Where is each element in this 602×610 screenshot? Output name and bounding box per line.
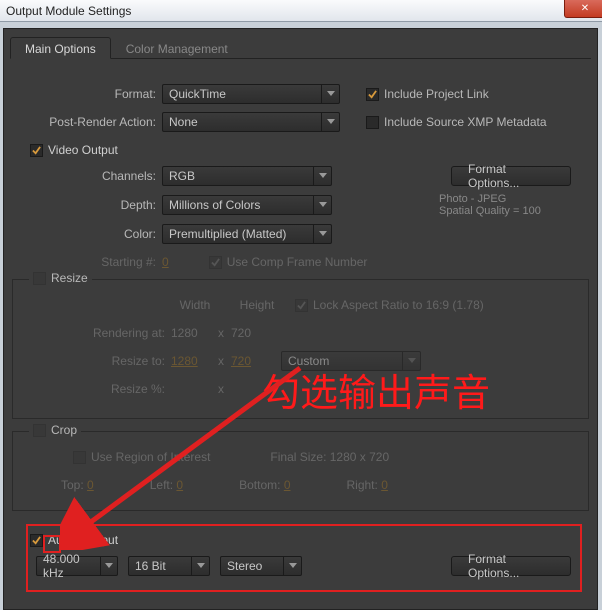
resize-to-w[interactable]: 1280: [171, 354, 211, 368]
use-region-checkbox: [73, 451, 86, 464]
audio-output-header: Audio Output: [12, 533, 589, 547]
format-value: QuickTime: [169, 87, 226, 101]
resize-group: Resize Width Height Lock Aspect Ratio to…: [12, 279, 589, 419]
tabstrip: Main Options Color Management: [10, 37, 591, 59]
resize-width-header: Width: [171, 298, 219, 312]
use-region-label: Use Region of Interest: [91, 450, 210, 464]
starting-label: Starting #:: [12, 255, 162, 269]
audio-channels-value: Stereo: [227, 559, 262, 573]
depth-label: Depth:: [12, 198, 162, 212]
video-format-options-button[interactable]: Format Options...: [451, 166, 571, 186]
crop-checkbox[interactable]: [33, 424, 46, 437]
final-size: Final Size: 1280 x 720: [270, 450, 389, 464]
check-icon: [368, 90, 377, 99]
channels-select[interactable]: RGB: [162, 166, 332, 186]
chevron-down-icon: [321, 85, 339, 103]
chevron-down-icon: [191, 557, 209, 575]
audio-sample-rate-select[interactable]: 48.000 kHz: [36, 556, 118, 576]
format-select[interactable]: QuickTime: [162, 84, 340, 104]
resize-label: Resize: [51, 271, 88, 285]
resize-preset-select: Custom: [281, 351, 421, 371]
color-select[interactable]: Premultiplied (Matted): [162, 224, 332, 244]
rendering-at-label: Rendering at:: [21, 326, 171, 340]
window-title: Output Module Settings: [6, 4, 131, 18]
right-label: Right:: [347, 478, 378, 492]
bottom-label: Bottom:: [239, 478, 280, 492]
channels-value: RGB: [169, 169, 195, 183]
video-output-label: Video Output: [48, 143, 118, 157]
codec-line1: Photo - JPEG: [439, 193, 589, 205]
check-icon: [297, 301, 306, 310]
audio-bit-depth-select[interactable]: 16 Bit: [128, 556, 210, 576]
check-icon: [32, 146, 41, 155]
crop-group: Crop Use Region of Interest Final Size: …: [12, 431, 589, 511]
color-label: Color:: [12, 227, 162, 241]
include-project-link-label: Include Project Link: [384, 87, 489, 101]
resize-height-header: Height: [233, 298, 281, 312]
depth-value: Millions of Colors: [169, 198, 260, 212]
audio-sample-rate-value: 48.000 kHz: [43, 552, 100, 580]
main-panel: Format: QuickTime Include Project Link P…: [10, 67, 591, 585]
resize-to-h[interactable]: 720: [231, 354, 271, 368]
tab-main-options[interactable]: Main Options: [10, 37, 111, 59]
chevron-down-icon: [313, 167, 331, 185]
audio-output-checkbox[interactable]: [30, 534, 43, 547]
include-xmp-label: Include Source XMP Metadata: [384, 115, 547, 129]
include-project-link-checkbox[interactable]: [366, 88, 379, 101]
post-render-value: None: [169, 115, 198, 129]
chevron-down-icon: [313, 196, 331, 214]
use-comp-label: Use Comp Frame Number: [227, 255, 368, 269]
right-value[interactable]: 0: [381, 478, 388, 492]
channels-label: Channels:: [12, 169, 162, 183]
dialog-body: Main Options Color Management Format: Qu…: [3, 28, 598, 610]
check-icon: [211, 258, 220, 267]
video-output-checkbox[interactable]: [30, 144, 43, 157]
audio-format-options-button[interactable]: Format Options...: [451, 556, 571, 576]
starting-value[interactable]: 0: [162, 255, 169, 269]
close-icon: ✕: [581, 3, 589, 14]
audio-output-label: Audio Output: [48, 533, 118, 547]
include-xmp-checkbox[interactable]: [366, 116, 379, 129]
chevron-down-icon: [313, 225, 331, 243]
top-label: Top:: [61, 478, 84, 492]
tab-color-management[interactable]: Color Management: [111, 37, 243, 59]
check-icon: [32, 536, 41, 545]
post-render-select[interactable]: None: [162, 112, 340, 132]
bottom-value[interactable]: 0: [284, 478, 291, 492]
left-value[interactable]: 0: [176, 478, 183, 492]
chevron-down-icon: [321, 113, 339, 131]
video-output-header: Video Output: [12, 143, 589, 157]
depth-select[interactable]: Millions of Colors: [162, 195, 332, 215]
codec-line2: Spatial Quality = 100: [439, 205, 589, 217]
resize-to-label: Resize to:: [21, 354, 171, 368]
resize-preset-value: Custom: [288, 354, 329, 368]
rendering-h: 720: [231, 326, 271, 340]
titlebar: Output Module Settings: [0, 0, 602, 22]
resize-pct-label: Resize %:: [21, 382, 171, 396]
audio-bit-depth-value: 16 Bit: [135, 559, 166, 573]
chevron-down-icon: [283, 557, 301, 575]
left-label: Left:: [150, 478, 173, 492]
color-value: Premultiplied (Matted): [169, 227, 286, 241]
lock-aspect-checkbox: [295, 299, 308, 312]
x-sep: x: [211, 326, 231, 340]
chevron-down-icon: [402, 352, 420, 370]
audio-channels-select[interactable]: Stereo: [220, 556, 302, 576]
rendering-w: 1280: [171, 326, 211, 340]
chevron-down-icon: [100, 557, 117, 575]
use-comp-checkbox: [209, 256, 222, 269]
crop-label: Crop: [51, 423, 77, 437]
top-value[interactable]: 0: [87, 478, 94, 492]
post-render-label: Post-Render Action:: [12, 115, 162, 129]
resize-checkbox[interactable]: [33, 272, 46, 285]
format-label: Format:: [12, 87, 162, 101]
lock-aspect-label: Lock Aspect Ratio to 16:9 (1.78): [313, 298, 484, 312]
window-close-button[interactable]: ✕: [564, 0, 602, 18]
